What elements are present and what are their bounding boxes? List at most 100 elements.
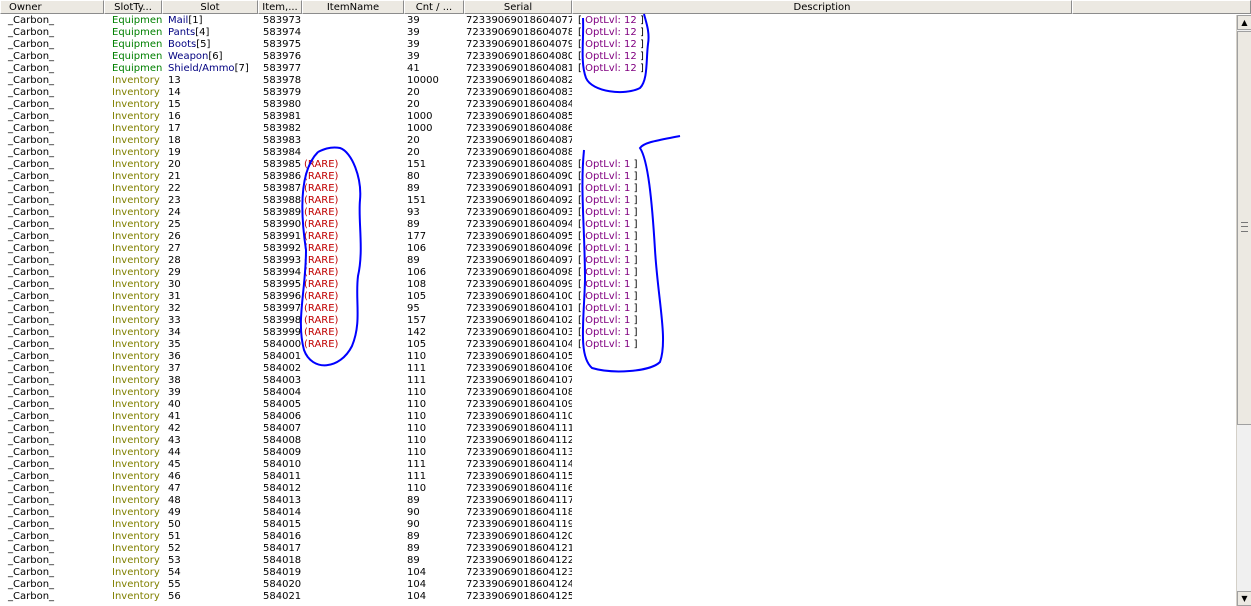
- table-row[interactable]: _Carbon_ Equipmen Mail[1] 583973 39 723390690…: [0, 15, 1236, 27]
- inventory-list[interactable]: _Carbon_ Equipmen Mail[1] 583973 39 723390690…: [0, 15, 1236, 606]
- table-row[interactable]: _Carbon_ Equipmen Boots[5] 583975 39 72339069…: [0, 39, 1236, 51]
- owner-cell: _Carbon_: [0, 507, 104, 519]
- table-row[interactable]: _Carbon_ Inventory 52 584017 89 7233906901860…: [0, 543, 1236, 555]
- table-row[interactable]: _Carbon_ Equipmen Shield/Ammo[7] 583977 41 72…: [0, 63, 1236, 75]
- table-row[interactable]: _Carbon_ Inventory 25 583990 (RARE) 89 7233906…: [0, 219, 1236, 231]
- serial-cell: 72339069018604120: [464, 531, 572, 543]
- table-row[interactable]: _Carbon_ Inventory 39 584004 110 723390690186…: [0, 387, 1236, 399]
- table-row[interactable]: _Carbon_ Inventory 42 584007 110 723390690186…: [0, 423, 1236, 435]
- count-cell: 90: [404, 507, 464, 519]
- count-text: 89: [407, 219, 420, 230]
- table-row[interactable]: _Carbon_ Inventory 27 583992 (RARE) 106 723390…: [0, 243, 1236, 255]
- header-cnt[interactable]: Cnt / ...: [404, 0, 464, 14]
- table-row[interactable]: _Carbon_ Inventory 41 584006 110 723390690186…: [0, 411, 1236, 423]
- serial-cell: 72339069018604113: [464, 447, 572, 459]
- table-row[interactable]: _Carbon_ Inventory 37 584002 111 723390690186…: [0, 363, 1236, 375]
- scroll-up-button[interactable]: ▲: [1237, 15, 1251, 30]
- itemname-cell: (RARE): [302, 267, 404, 279]
- owner-cell: _Carbon_: [0, 363, 104, 375]
- table-row[interactable]: _Carbon_ Inventory 44 584009 110 723390690186…: [0, 447, 1236, 459]
- slot-cell: 20: [162, 159, 258, 171]
- table-row[interactable]: _Carbon_ Inventory 29 583994 (RARE) 106 723390…: [0, 267, 1236, 279]
- header-filler: [1072, 0, 1251, 14]
- table-row[interactable]: _Carbon_ Inventory 48 584013 89 7233906901860…: [0, 495, 1236, 507]
- slottype-cell: Inventory: [104, 459, 162, 471]
- table-row[interactable]: _Carbon_ Equipmen Weapon[6] 583976 39 7233906…: [0, 51, 1236, 63]
- slot-cell: 18: [162, 135, 258, 147]
- table-row[interactable]: _Carbon_ Inventory 50 584015 90 7233906901860…: [0, 519, 1236, 531]
- header-description[interactable]: Description: [572, 0, 1072, 14]
- count-text: 39: [407, 39, 420, 50]
- table-row[interactable]: _Carbon_ Inventory 47 584012 110 723390690186…: [0, 483, 1236, 495]
- slottype-cell: Inventory: [104, 543, 162, 555]
- table-row[interactable]: _Carbon_ Inventory 35 584000 (RARE) 105 723390…: [0, 339, 1236, 351]
- count-cell: 20: [404, 99, 464, 111]
- table-row[interactable]: _Carbon_ Inventory 46 584011 111 723390690186…: [0, 471, 1236, 483]
- table-row[interactable]: _Carbon_ Inventory 26 583991 (RARE) 177 723390…: [0, 231, 1236, 243]
- table-row[interactable]: _Carbon_ Inventory 24 583989 (RARE) 93 7233906…: [0, 207, 1236, 219]
- slottype-cell: Inventory: [104, 159, 162, 171]
- table-row[interactable]: _Carbon_ Inventory 18 583983 20 7233906901860…: [0, 135, 1236, 147]
- table-row[interactable]: _Carbon_ Equipmen Pants[4] 583974 39 72339069…: [0, 27, 1236, 39]
- table-row[interactable]: _Carbon_ Inventory 38 584003 111 723390690186…: [0, 375, 1236, 387]
- table-row[interactable]: _Carbon_ Inventory 56 584021 104 723390690186…: [0, 591, 1236, 603]
- description-cell: [572, 411, 1072, 423]
- desc-close-bracket: ]: [639, 63, 644, 74]
- owner-cell: _Carbon_: [0, 207, 104, 219]
- slottype-cell: Inventory: [104, 195, 162, 207]
- table-row[interactable]: _Carbon_ Inventory 54 584019 104 723390690186…: [0, 567, 1236, 579]
- table-row[interactable]: _Carbon_ Inventory 23 583988 (RARE) 151 723390…: [0, 195, 1236, 207]
- table-row[interactable]: _Carbon_ Inventory 22 583987 (RARE) 89 7233906…: [0, 183, 1236, 195]
- header-slot[interactable]: Slot: [162, 0, 258, 14]
- table-row[interactable]: _Carbon_ Inventory 19 583984 20 7233906901860…: [0, 147, 1236, 159]
- table-row[interactable]: _Carbon_ Inventory 45 584010 111 723390690186…: [0, 459, 1236, 471]
- count-cell: 104: [404, 567, 464, 579]
- table-row[interactable]: _Carbon_ Inventory 16 583981 1000 72339069018…: [0, 111, 1236, 123]
- description-cell: [ OptLvl: 1 ]: [572, 279, 1072, 291]
- scroll-down-button[interactable]: ▼: [1237, 591, 1251, 606]
- header-item[interactable]: Item,...: [258, 0, 302, 14]
- table-row[interactable]: _Carbon_ Inventory 33 583998 (RARE) 157 723390…: [0, 315, 1236, 327]
- vertical-scrollbar[interactable]: ▲ ▼: [1236, 15, 1251, 606]
- table-row[interactable]: _Carbon_ Inventory 13 583978 10000 7233906901…: [0, 75, 1236, 87]
- table-row[interactable]: _Carbon_ Inventory 32 583997 (RARE) 95 7233906…: [0, 303, 1236, 315]
- count-cell: 10000: [404, 75, 464, 87]
- table-row[interactable]: _Carbon_ Inventory 20 583985 (RARE) 151 723390…: [0, 159, 1236, 171]
- table-row[interactable]: _Carbon_ Inventory 17 583982 1000 72339069018…: [0, 123, 1236, 135]
- table-row[interactable]: _Carbon_ Inventory 36 584001 110 723390690186…: [0, 351, 1236, 363]
- scroll-thumb[interactable]: [1237, 31, 1251, 425]
- owner-text: _Carbon_: [8, 135, 55, 146]
- serial-cell: 72339069018604091: [464, 183, 572, 195]
- count-text: 39: [407, 51, 420, 62]
- header-owner[interactable]: Owner: [0, 0, 104, 14]
- slottype-cell: Equipmen: [104, 51, 162, 63]
- owner-cell: _Carbon_: [0, 315, 104, 327]
- table-row[interactable]: _Carbon_ Inventory 53 584018 89 7233906901860…: [0, 555, 1236, 567]
- description-cell: [572, 111, 1072, 123]
- serial-cell: 72339069018604108: [464, 387, 572, 399]
- optlvl-text: OptLvl: 1: [585, 231, 631, 242]
- table-row[interactable]: _Carbon_ Inventory 43 584008 110 723390690186…: [0, 435, 1236, 447]
- table-row[interactable]: _Carbon_ Inventory 15 583980 20 7233906901860…: [0, 99, 1236, 111]
- owner-cell: _Carbon_: [0, 147, 104, 159]
- table-row[interactable]: _Carbon_ Inventory 55 584020 104 723390690186…: [0, 579, 1236, 591]
- slottype-text: Inventory: [112, 111, 160, 122]
- header-serial[interactable]: Serial: [464, 0, 572, 14]
- itemname-cell: (RARE): [302, 159, 404, 171]
- table-row[interactable]: _Carbon_ Inventory 51 584016 89 7233906901860…: [0, 531, 1236, 543]
- owner-cell: _Carbon_: [0, 195, 104, 207]
- serial-cell: 72339069018604090: [464, 171, 572, 183]
- serial-cell: 72339069018604110: [464, 411, 572, 423]
- table-row[interactable]: _Carbon_ Inventory 40 584005 110 723390690186…: [0, 399, 1236, 411]
- serial-cell: 72339069018604077: [464, 15, 572, 27]
- header-slottype[interactable]: SlotTy...: [104, 0, 162, 14]
- table-row[interactable]: _Carbon_ Inventory 31 583996 (RARE) 105 723390…: [0, 291, 1236, 303]
- table-row[interactable]: _Carbon_ Inventory 28 583993 (RARE) 89 7233906…: [0, 255, 1236, 267]
- slot-text: 24: [168, 207, 181, 218]
- table-row[interactable]: _Carbon_ Inventory 30 583995 (RARE) 108 723390…: [0, 279, 1236, 291]
- header-itemname[interactable]: ItemName: [302, 0, 404, 14]
- table-row[interactable]: _Carbon_ Inventory 34 583999 (RARE) 142 723390…: [0, 327, 1236, 339]
- table-row[interactable]: _Carbon_ Inventory 49 584014 90 7233906901860…: [0, 507, 1236, 519]
- table-row[interactable]: _Carbon_ Inventory 14 583979 20 7233906901860…: [0, 87, 1236, 99]
- table-row[interactable]: _Carbon_ Inventory 21 583986 (RARE) 80 7233906…: [0, 171, 1236, 183]
